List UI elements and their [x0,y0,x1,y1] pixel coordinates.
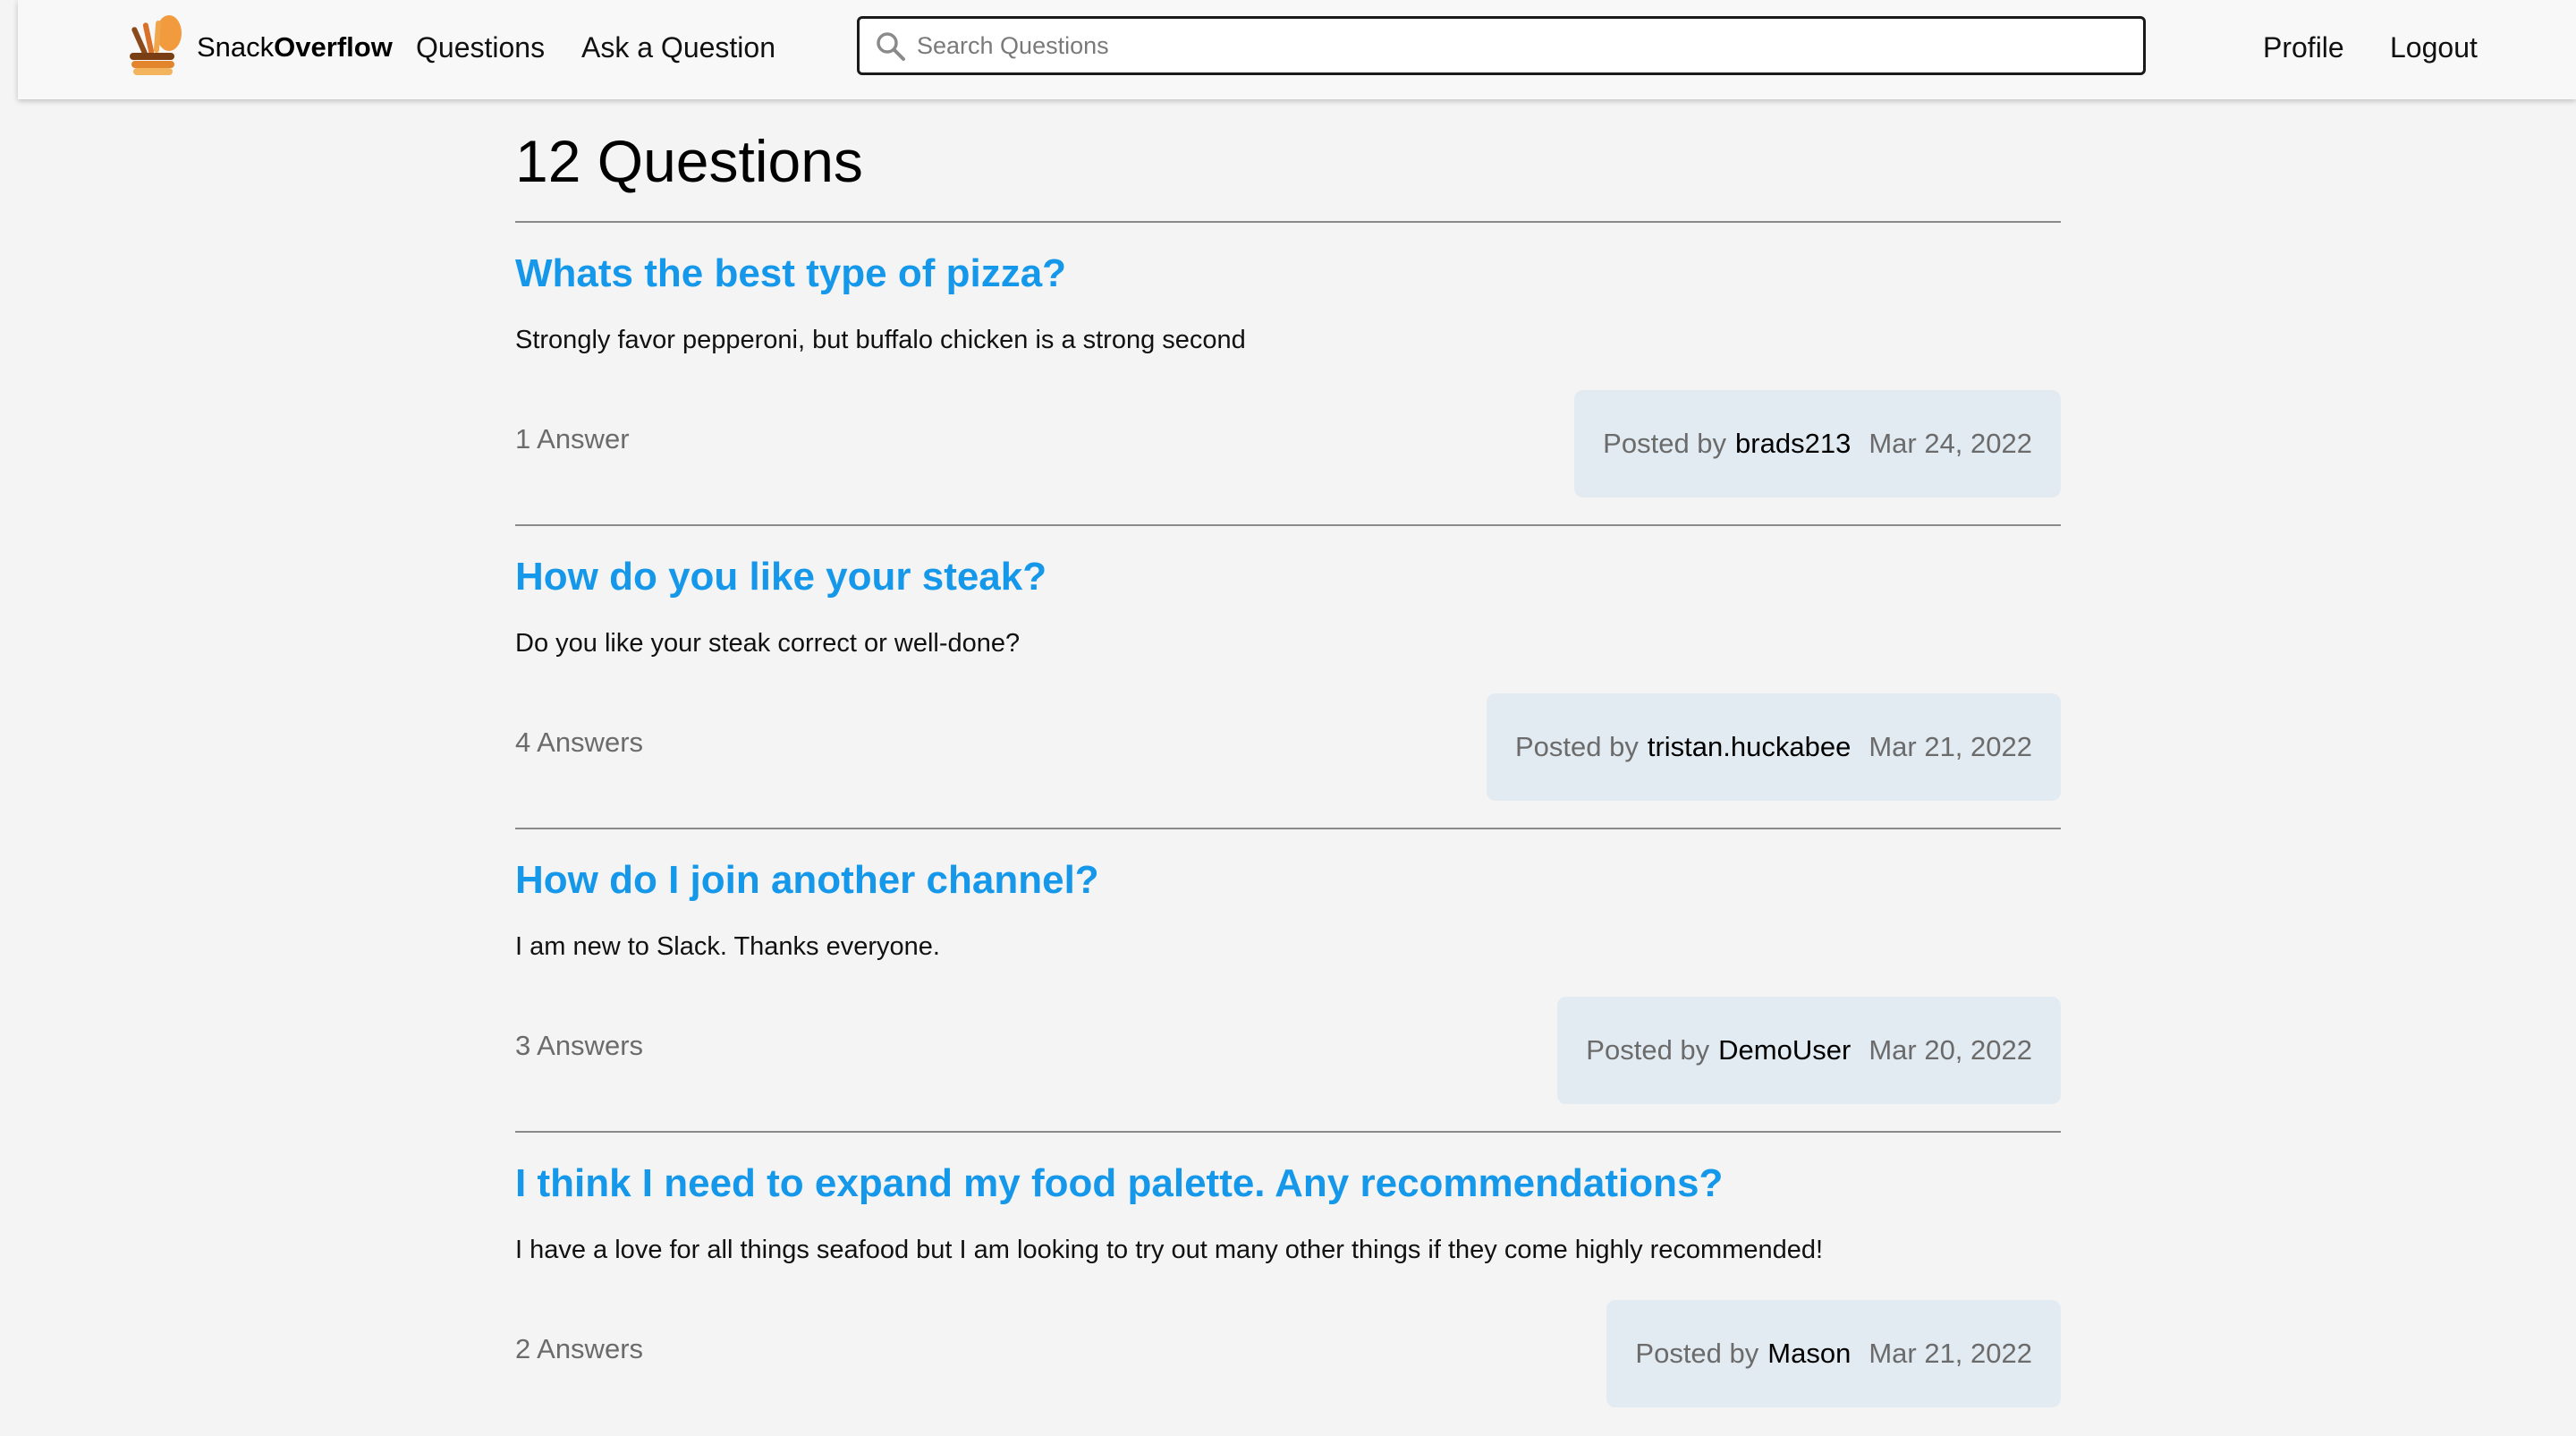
brand-light: Snack [197,31,275,63]
posted-by-label: Posted by [1586,1034,1710,1066]
nav-logout-link[interactable]: Logout [2390,30,2478,65]
answer-count: 4 Answers [515,726,644,758]
nav-ask-question-link[interactable]: Ask a Question [581,30,775,65]
question-title-link[interactable]: I think I need to expand my food palette… [515,1160,1723,1208]
post-meta-badge: Posted by Mason Mar 21, 2022 [1606,1300,2061,1407]
post-date: Mar 24, 2022 [1868,428,2032,459]
page-title: 12 Questions [515,128,863,194]
author-link[interactable]: DemoUser [1718,1034,1851,1066]
snack-logo-icon[interactable] [119,13,198,76]
question-card: How do I join another channel? I am new … [515,828,2061,1133]
answer-count: 3 Answers [515,1030,644,1061]
post-meta-badge: Posted by DemoUser Mar 20, 2022 [1557,997,2061,1104]
question-card: How do you like your steak? Do you like … [515,524,2061,829]
post-date: Mar 20, 2022 [1868,1034,2032,1066]
posted-by-label: Posted by [1514,731,1639,762]
question-body: I have a love for all things seafood but… [515,1236,1824,1264]
posted-by-label: Posted by [1603,428,1727,459]
nav-profile-link[interactable]: Profile [2263,30,2344,65]
posted-by-label: Posted by [1635,1338,1759,1369]
post-date: Mar 21, 2022 [1868,731,2032,762]
question-card: I think I need to expand my food palette… [515,1131,2061,1436]
author-link[interactable]: tristan.huckabee [1648,731,1851,763]
brand-logo-text[interactable]: SnackOverflow [197,30,393,65]
post-meta-badge: Posted by brads213 Mar 24, 2022 [1574,390,2061,497]
search-bar [857,16,2146,75]
answer-count: 2 Answers [515,1333,644,1364]
question-body: I am new to Slack. Thanks everyone. [515,932,940,961]
search-input[interactable] [917,24,2124,67]
brand-bold: Overflow [274,31,393,63]
author-link[interactable]: brads213 [1735,428,1851,460]
author-link[interactable]: Mason [1767,1338,1851,1370]
search-icon [877,32,905,61]
question-body: Strongly favor pepperoni, but buffalo ch… [515,326,1246,354]
post-date: Mar 21, 2022 [1868,1338,2032,1369]
question-title-link[interactable]: Whats the best type of pizza? [515,250,1066,298]
top-navbar: SnackOverflow Questions Ask a Question P… [18,0,2576,99]
question-card: Whats the best type of pizza? Strongly f… [515,221,2061,526]
question-title-link[interactable]: How do you like your steak? [515,553,1046,601]
question-title-link[interactable]: How do I join another channel? [515,856,1099,905]
nav-questions-link[interactable]: Questions [416,30,545,65]
post-meta-badge: Posted by tristan.huckabee Mar 21, 2022 [1486,693,2061,801]
question-body: Do you like your steak correct or well-d… [515,629,1021,658]
answer-count: 1 Answer [515,423,630,455]
